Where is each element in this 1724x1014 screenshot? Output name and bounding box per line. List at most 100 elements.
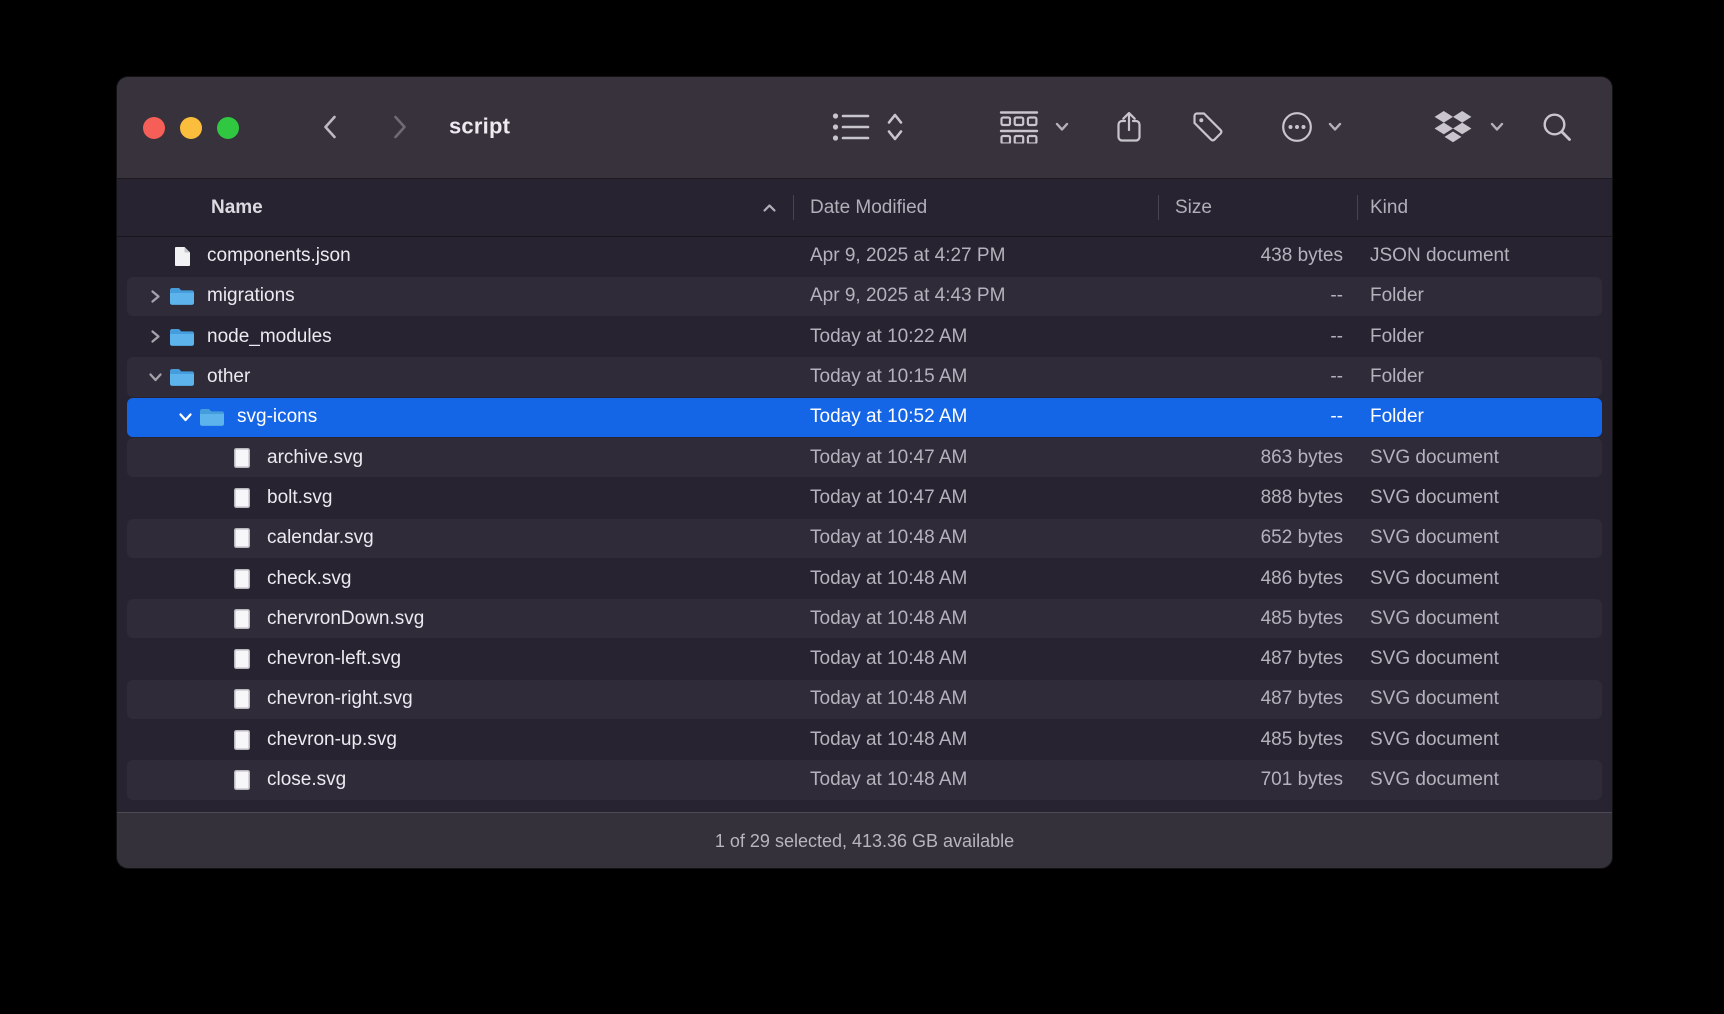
table-row[interactable]: node_modules Today at 10:22 AM -- Folder	[117, 317, 1612, 357]
date-modified-cell: Today at 10:48 AM	[793, 527, 1158, 549]
kind-cell: Folder	[1357, 406, 1612, 428]
close-button[interactable]	[143, 117, 165, 139]
sort-ascending-icon	[762, 203, 777, 213]
size-cell: 701 bytes	[1158, 769, 1357, 791]
finder-window: script	[117, 77, 1612, 868]
kind-cell: SVG document	[1357, 447, 1612, 469]
table-row[interactable]: chevron-left.svg Today at 10:48 AM 487 b…	[117, 639, 1612, 679]
date-modified-cell: Apr 9, 2025 at 4:43 PM	[793, 285, 1158, 307]
date-modified-cell: Today at 10:15 AM	[793, 366, 1158, 388]
table-row[interactable]: chevron-up.svg Today at 10:48 AM 485 byt…	[117, 720, 1612, 760]
size-cell: 486 bytes	[1158, 568, 1357, 590]
kind-cell: SVG document	[1357, 608, 1612, 630]
folder-icon	[169, 327, 195, 347]
folder-icon	[199, 407, 225, 427]
file-name: other	[207, 366, 250, 388]
kind-cell: SVG document	[1357, 769, 1612, 791]
disclosure-collapsed-icon[interactable]	[147, 289, 163, 304]
column-divider[interactable]	[1357, 195, 1358, 220]
table-row[interactable]: chevron-right.svg Today at 10:48 AM 487 …	[117, 679, 1612, 719]
kind-cell: SVG document	[1357, 527, 1612, 549]
dropbox-icon[interactable]	[1435, 111, 1472, 143]
disclosure-collapsed-icon[interactable]	[147, 329, 163, 344]
file-name-cell: chervronDown.svg	[117, 608, 793, 630]
file-name-cell: chevron-left.svg	[117, 648, 793, 670]
file-name: calendar.svg	[267, 527, 374, 549]
file-name-cell: chevron-up.svg	[117, 729, 793, 751]
file-name: chevron-left.svg	[267, 648, 401, 670]
table-row[interactable]: calendar.svg Today at 10:48 AM 652 bytes…	[117, 518, 1612, 558]
table-row[interactable]: archive.svg Today at 10:47 AM 863 bytes …	[117, 437, 1612, 477]
status-text: 1 of 29 selected, 413.36 GB available	[715, 831, 1014, 852]
file-name: node_modules	[207, 326, 332, 348]
group-by-icon[interactable]	[999, 111, 1039, 144]
date-modified-cell: Today at 10:47 AM	[793, 447, 1158, 469]
minimize-button[interactable]	[180, 117, 202, 139]
folder-icon	[169, 367, 195, 387]
list-view-icon[interactable]	[832, 112, 870, 142]
date-modified-cell: Today at 10:47 AM	[793, 487, 1158, 509]
column-divider[interactable]	[793, 195, 794, 220]
kind-cell: SVG document	[1357, 648, 1612, 670]
size-cell: 888 bytes	[1158, 487, 1357, 509]
column-header-kind[interactable]: Kind	[1370, 197, 1408, 219]
kind-cell: Folder	[1357, 366, 1612, 388]
more-options-icon[interactable]	[1281, 111, 1314, 144]
table-row[interactable]: bolt.svg Today at 10:47 AM 888 bytes SVG…	[117, 478, 1612, 518]
size-cell: 487 bytes	[1158, 648, 1357, 670]
date-modified-cell: Today at 10:22 AM	[793, 326, 1158, 348]
file-name-cell: chevron-right.svg	[117, 688, 793, 710]
disclosure-expanded-icon[interactable]	[177, 411, 193, 423]
svg-document-icon	[229, 609, 255, 629]
table-row[interactable]: chervronDown.svg Today at 10:48 AM 485 b…	[117, 599, 1612, 639]
table-row[interactable]: components.json Apr 9, 2025 at 4:27 PM 4…	[117, 236, 1612, 276]
kind-cell: Folder	[1357, 326, 1612, 348]
file-name-cell: calendar.svg	[117, 527, 793, 549]
table-row[interactable]: svg-icons Today at 10:52 AM -- Folder	[117, 397, 1612, 437]
svg-document-icon	[229, 488, 255, 508]
document-icon	[169, 246, 195, 267]
column-divider[interactable]	[1158, 195, 1159, 220]
file-name: close.svg	[267, 769, 346, 791]
share-icon[interactable]	[1116, 111, 1143, 144]
size-cell: --	[1158, 326, 1357, 348]
forward-button[interactable]	[393, 115, 408, 140]
table-row[interactable]: other Today at 10:15 AM -- Folder	[117, 357, 1612, 397]
titlebar[interactable]: script	[117, 77, 1612, 179]
file-name-cell: other	[117, 366, 793, 388]
table-row[interactable]: check.svg Today at 10:48 AM 486 bytes SV…	[117, 558, 1612, 598]
date-modified-cell: Today at 10:48 AM	[793, 688, 1158, 710]
search-icon[interactable]	[1542, 112, 1573, 143]
view-switcher-chevrons-icon[interactable]	[887, 112, 904, 143]
date-modified-cell: Today at 10:48 AM	[793, 608, 1158, 630]
table-row[interactable]: migrations Apr 9, 2025 at 4:43 PM -- Fol…	[117, 276, 1612, 316]
file-name-cell: check.svg	[117, 568, 793, 590]
kind-cell: Folder	[1357, 285, 1612, 307]
file-name: bolt.svg	[267, 487, 332, 509]
group-by-chevron-icon[interactable]	[1055, 122, 1069, 132]
disclosure-expanded-icon[interactable]	[147, 371, 163, 383]
table-row[interactable]: close.svg Today at 10:48 AM 701 bytes SV…	[117, 760, 1612, 800]
file-name: check.svg	[267, 568, 351, 590]
dropbox-chevron-icon[interactable]	[1490, 122, 1504, 132]
kind-cell: SVG document	[1357, 688, 1612, 710]
column-header-date-modified[interactable]: Date Modified	[810, 197, 927, 219]
svg-document-icon	[229, 770, 255, 790]
file-name-cell: svg-icons	[117, 406, 793, 428]
zoom-button[interactable]	[217, 117, 239, 139]
svg-document-icon	[229, 689, 255, 709]
svg-document-icon	[229, 528, 255, 548]
folder-icon	[169, 286, 195, 306]
file-name: chevron-right.svg	[267, 688, 413, 710]
column-header-name[interactable]: Name	[211, 197, 263, 219]
tags-icon[interactable]	[1192, 111, 1225, 144]
back-button[interactable]	[323, 115, 338, 140]
date-modified-cell: Today at 10:48 AM	[793, 729, 1158, 751]
file-name: components.json	[207, 245, 351, 267]
file-name-cell: node_modules	[117, 326, 793, 348]
more-options-chevron-icon[interactable]	[1328, 122, 1342, 132]
column-header-size[interactable]: Size	[1175, 197, 1212, 219]
date-modified-cell: Today at 10:48 AM	[793, 769, 1158, 791]
column-header-row: Name Date Modified Size Kind	[117, 179, 1612, 237]
kind-cell: SVG document	[1357, 568, 1612, 590]
